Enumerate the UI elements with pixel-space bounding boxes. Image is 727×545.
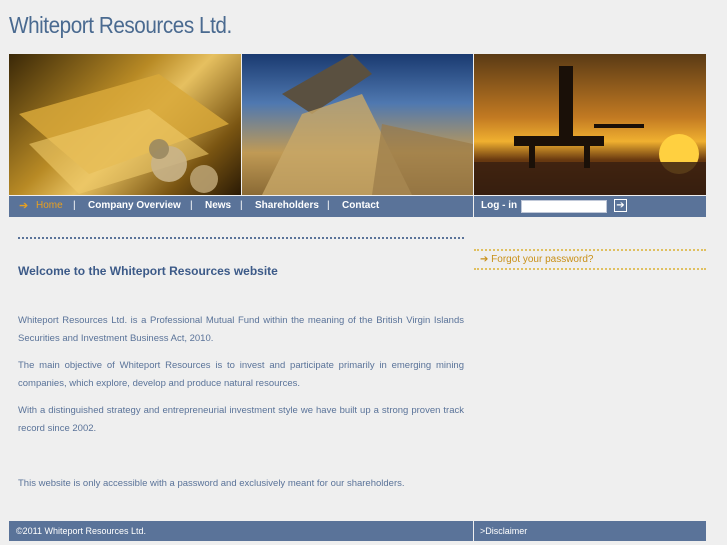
nav-separator: | [327,200,330,211]
gold-bars-photo [9,54,241,195]
nav-news[interactable]: News [205,200,231,211]
nav-home[interactable]: Home [36,200,63,211]
forgot-password-label: Forgot your password? [491,254,594,265]
objective-paragraph: The main objective of Whiteport Resource… [18,360,464,389]
strategy-paragraph: With a distinguished strategy and entrep… [18,405,464,434]
divider [474,249,706,251]
mining-truck-photo [242,54,473,195]
main-nav: ➔ Home | Company Overview | News | Share… [9,196,473,217]
arrow-right-box-icon: ➔ [616,200,625,211]
footer-left: ©2011 Whiteport Resources Ltd. [9,521,473,541]
arrow-right-icon: ➔ [19,200,29,212]
nav-company-overview[interactable]: Company Overview [88,200,181,211]
footer-right: >Disclaimer [474,521,706,541]
access-notice: This website is only accessible with a p… [18,478,405,489]
divider [474,268,706,270]
login-label: Log - in [481,200,518,211]
copyright: ©2011 Whiteport Resources Ltd. [16,526,147,536]
nav-contact[interactable]: Contact [342,200,379,211]
site-title: Whiteport Resources Ltd. [9,12,232,38]
password-input[interactable] [521,200,607,213]
nav-shareholders[interactable]: Shareholders [255,200,319,211]
login-submit-button[interactable]: ➔ [614,199,627,212]
nav-separator: | [240,200,243,211]
nav-separator: | [190,200,193,211]
disclaimer-link[interactable]: >Disclaimer [480,526,527,536]
intro-paragraph: Whiteport Resources Ltd. is a Profession… [18,315,464,344]
oil-rig-photo [474,54,706,195]
page-heading: Welcome to the Whiteport Resources websi… [18,264,278,278]
arrow-right-icon: ➔ [480,254,489,265]
divider [18,237,464,239]
login-bar: Log - in ➔ [474,196,706,217]
nav-separator: | [73,200,76,211]
forgot-password-link[interactable]: ➔ Forgot your password? [480,254,593,265]
